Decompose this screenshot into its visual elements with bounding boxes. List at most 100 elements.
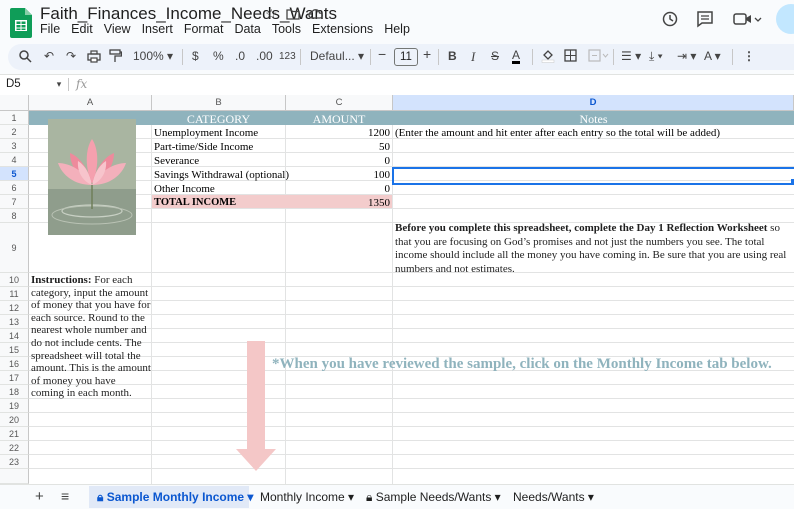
row-header[interactable]: 23 xyxy=(0,455,29,469)
align-icon[interactable]: ☰ ▾ xyxy=(621,49,641,63)
row-header[interactable] xyxy=(0,469,29,484)
total-label[interactable]: TOTAL INCOME xyxy=(154,197,236,208)
zoom-select[interactable]: 100% ▾ xyxy=(133,49,173,63)
spreadsheet-grid[interactable]: A B C D 1 2 3 4 5 6 7 8 9 10 11 12 13 14… xyxy=(0,95,794,484)
row-header[interactable]: 15 xyxy=(0,343,29,357)
italic-icon[interactable]: I xyxy=(471,49,475,65)
search-icon[interactable] xyxy=(18,49,32,63)
row-header[interactable]: 22 xyxy=(0,441,29,455)
row-header[interactable]: 20 xyxy=(0,413,29,427)
row-header[interactable]: 9 xyxy=(0,223,29,273)
font-size-input[interactable]: 11 xyxy=(394,48,418,66)
row-header[interactable]: 7 xyxy=(0,195,29,209)
category-cell[interactable]: Part-time/Side Income xyxy=(154,141,253,153)
row-header[interactable]: 17 xyxy=(0,371,29,385)
column-header-b[interactable]: B xyxy=(152,95,286,111)
paint-format-icon[interactable] xyxy=(109,49,122,63)
add-sheet-icon[interactable]: + xyxy=(35,488,44,505)
tab-sample-needs-wants[interactable]: 🔒︎ Sample Needs/Wants ▾ xyxy=(366,490,501,505)
menu-tools[interactable]: Tools xyxy=(272,22,301,36)
lotus-image[interactable] xyxy=(48,119,136,235)
video-call-icon[interactable] xyxy=(733,11,763,27)
menu-view[interactable]: View xyxy=(104,22,131,36)
history-icon[interactable] xyxy=(661,10,679,28)
fill-color-icon[interactable] xyxy=(541,48,555,63)
category-cell[interactable]: Other Income xyxy=(154,183,215,195)
category-cell[interactable]: Severance xyxy=(154,155,199,167)
amount-header[interactable]: AMOUNT xyxy=(286,112,392,127)
decimal-increase-icon[interactable]: .00 xyxy=(256,49,273,63)
print-icon[interactable] xyxy=(87,50,101,63)
menu-edit[interactable]: Edit xyxy=(71,22,93,36)
all-sheets-icon[interactable]: ≡ xyxy=(61,488,69,504)
amount-cell[interactable]: 0 xyxy=(286,183,391,195)
row-header[interactable]: 4 xyxy=(0,153,29,167)
percent-format-button[interactable]: % xyxy=(213,49,224,63)
menu-insert[interactable]: Insert xyxy=(142,22,173,36)
more-icon[interactable]: ⋮ xyxy=(743,49,755,63)
menu-extensions[interactable]: Extensions xyxy=(312,22,373,36)
tab-needs-wants[interactable]: Needs/Wants ▾ xyxy=(513,490,594,504)
select-all-corner[interactable] xyxy=(0,95,29,111)
row-header[interactable]: 18 xyxy=(0,385,29,399)
menu-data[interactable]: Data xyxy=(234,22,260,36)
reflection-note[interactable]: Before you complete this spreadsheet, co… xyxy=(395,222,791,276)
column-header-d[interactable]: D xyxy=(393,95,794,111)
category-cell[interactable]: Unemployment Income xyxy=(154,127,258,139)
row-header[interactable]: 2 xyxy=(0,125,29,139)
note-cell[interactable]: (Enter the amount and hit enter after ea… xyxy=(395,127,720,139)
amount-cell[interactable]: 50 xyxy=(286,141,390,153)
row-header[interactable]: 16 xyxy=(0,357,29,371)
redo-icon[interactable]: ↷ xyxy=(66,49,76,63)
row-header[interactable]: 12 xyxy=(0,301,29,315)
amount-cell[interactable]: 100 xyxy=(286,169,391,181)
merge-icon[interactable] xyxy=(588,49,610,62)
amount-cell[interactable]: 0 xyxy=(286,155,391,167)
total-amount[interactable]: 1350 xyxy=(286,197,390,209)
decimal-decrease-icon[interactable]: .0 xyxy=(235,49,245,63)
cloud-status-icon[interactable] xyxy=(308,8,324,20)
category-cell[interactable]: Savings Withdrawal (optional) xyxy=(154,169,289,181)
name-box[interactable]: D5 ▾ xyxy=(6,78,61,90)
formula-bar[interactable] xyxy=(0,74,794,96)
menu-file[interactable]: File xyxy=(40,22,60,36)
row-header[interactable]: 6 xyxy=(0,181,29,195)
star-icon[interactable]: ☆ xyxy=(265,6,278,23)
font-size-decrease-icon[interactable]: − xyxy=(378,46,386,62)
row-header[interactable]: 11 xyxy=(0,287,29,301)
share-button[interactable] xyxy=(776,4,794,34)
row-header[interactable]: 5 xyxy=(0,167,29,181)
row-header[interactable]: 10 xyxy=(0,273,29,287)
tab-monthly-income[interactable]: Monthly Income ▾ xyxy=(260,490,354,504)
font-size-increase-icon[interactable]: + xyxy=(423,46,431,62)
menu-help[interactable]: Help xyxy=(384,22,410,36)
bold-icon[interactable]: B xyxy=(448,49,457,63)
menu-format[interactable]: Format xyxy=(184,22,224,36)
category-header[interactable]: CATEGORY xyxy=(152,112,285,127)
undo-icon[interactable]: ↶ xyxy=(44,49,54,63)
more-formats-button[interactable]: 123 xyxy=(279,51,296,62)
row-header[interactable]: 14 xyxy=(0,329,29,343)
instructions-cell[interactable]: Instructions: For each category, input t… xyxy=(31,274,151,400)
font-select[interactable]: Defaul... ▾ xyxy=(310,49,364,63)
valign-icon[interactable]: ⤓ ▾ xyxy=(649,49,663,64)
strikethrough-icon[interactable]: S xyxy=(491,49,499,63)
row-header[interactable]: 19 xyxy=(0,399,29,413)
row-header[interactable]: 13 xyxy=(0,315,29,329)
wrap-icon[interactable]: ⇥ ▾ xyxy=(677,49,696,63)
borders-icon[interactable] xyxy=(564,49,577,62)
comment-icon[interactable] xyxy=(696,10,714,28)
tab-sample-monthly-income-label[interactable]: 🔒︎ Sample Monthly Income ▾ xyxy=(97,490,253,505)
rotate-icon[interactable]: A ▾ xyxy=(704,49,721,63)
notes-header[interactable]: Notes xyxy=(393,112,794,127)
column-header-c[interactable]: C xyxy=(286,95,393,111)
amount-cell[interactable]: 1200 xyxy=(286,127,390,139)
sheets-logo-icon[interactable] xyxy=(10,8,32,38)
row-header[interactable]: 21 xyxy=(0,427,29,441)
row-header[interactable]: 3 xyxy=(0,139,29,153)
row-header[interactable]: 1 xyxy=(0,111,29,125)
currency-format-button[interactable]: $ xyxy=(192,49,199,63)
selected-cell-d5[interactable] xyxy=(392,167,794,185)
column-header-a[interactable]: A xyxy=(29,95,152,111)
text-color-icon[interactable]: A xyxy=(512,49,521,64)
